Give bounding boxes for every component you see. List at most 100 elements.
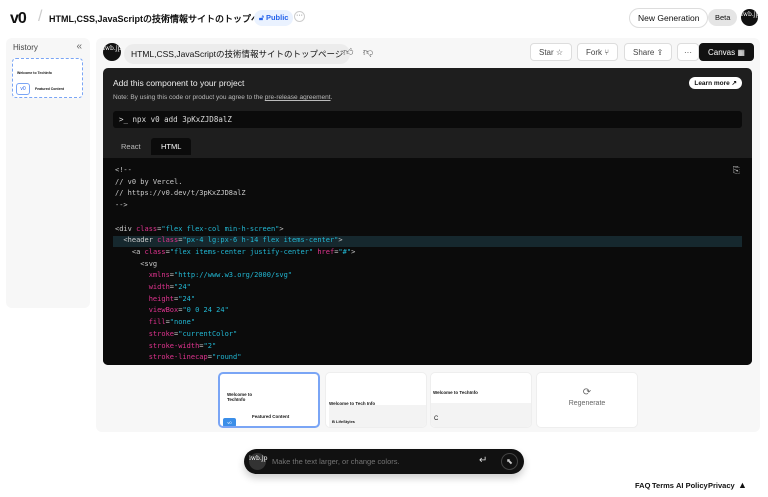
code-token: "none" — [169, 318, 196, 327]
code-token: <a — [115, 247, 145, 256]
star-button[interactable]: Star ☆ — [530, 43, 573, 61]
install-note: Note: By using this code or product you … — [113, 94, 332, 101]
pre-release-agreement-link[interactable]: pre-release agreement — [265, 94, 331, 101]
vercel-triangle-icon[interactable]: ▲ — [738, 480, 747, 490]
install-command[interactable]: >_ npx v0 add 3pKxZJD8alZ — [113, 111, 742, 128]
code-token: "currentColor" — [178, 329, 238, 338]
select-element-icon[interactable]: ⬉ — [501, 453, 518, 470]
code-token: "px-4 lg:px-6 h-14 flex items-center" — [182, 236, 339, 245]
code-token: width — [115, 283, 170, 291]
code-line: <a class="flex items-center justify-cent… — [115, 248, 355, 259]
beta-badge: Beta — [708, 9, 738, 26]
note-text: Note: By using this code or product you … — [113, 94, 265, 101]
v0-logo[interactable]: v0 — [10, 10, 27, 28]
tab-html[interactable]: HTML — [151, 138, 192, 155]
visibility-label: Public — [265, 13, 289, 22]
footer-terms[interactable]: Terms — [652, 481, 674, 490]
refresh-icon: ⟳ — [582, 387, 592, 398]
code-token: height — [115, 294, 175, 303]
code-token: "http://www.w3.org/2000/svg" — [174, 271, 293, 280]
prompt-bubble: HTML,CSS,JavaScriptの技術情報サイトのトップページ — [124, 44, 351, 64]
new-generation-button[interactable]: New Generation — [629, 8, 709, 28]
user-avatar[interactable]: iwb.jp — [741, 9, 760, 26]
code-token: xmlns — [115, 271, 170, 280]
version-title: Welcome to TechInfo — [227, 392, 253, 402]
history-thumb-badge: v0 — [16, 83, 30, 95]
canvas-button[interactable]: Canvas ▦ — [699, 43, 754, 61]
code-line: <!-- — [115, 166, 132, 177]
code-line: xmlns="http://www.w3.org/2000/svg" — [115, 271, 292, 282]
footer-privacy[interactable]: Privacy — [708, 481, 735, 490]
page-title: HTML,CSS,JavaScriptの技術情報サイトのトップページ — [49, 14, 278, 24]
code-panel: Add this component to your project Note:… — [103, 68, 752, 365]
code-token: <!-- — [115, 166, 132, 174]
code-line: viewBox="0 0 24 24" — [115, 306, 229, 317]
code-line: // v0 by Vercel. — [115, 178, 182, 189]
version-badge: v0 — [223, 418, 236, 426]
code-token: "#" — [338, 247, 352, 256]
thumbs-up-icon[interactable]: 👍︎ — [343, 46, 353, 58]
command-text: npx v0 add 3pKxZJD8alZ — [132, 115, 232, 124]
visibility-badge[interactable]: 🔓︎ Public — [254, 10, 294, 26]
canvas-label: Canvas — [708, 48, 736, 57]
enter-icon[interactable]: ↵ — [479, 455, 487, 466]
code-token: class — [157, 236, 179, 245]
code-token: class — [144, 247, 166, 256]
note-end: . — [330, 94, 333, 101]
version-title: Welcome to Tech Info — [329, 401, 376, 406]
fork-button[interactable]: Fork ⑂ — [577, 43, 619, 61]
fork-label: Fork — [586, 48, 602, 57]
code-token: "flex items-center justify-center" — [169, 247, 314, 256]
code-token: "0 0 24 24" — [182, 306, 229, 315]
history-thumb-title: Welcome to TechInfo — [17, 71, 52, 75]
code-line: <svg — [115, 260, 157, 271]
share-label: Share — [633, 48, 655, 57]
share-icon: ⇪ — [656, 48, 664, 57]
version-thumb-1[interactable]: Welcome to TechInfo Featured Content v0 — [218, 372, 320, 428]
lock-icon: 🔓︎ — [259, 13, 266, 22]
canvas-icon: ▦ — [737, 48, 745, 57]
code-token: "24" — [174, 283, 191, 291]
prompt-avatar: iwb.jp — [103, 43, 122, 61]
tab-react[interactable]: React — [113, 139, 149, 154]
code-line: fill="none" — [115, 318, 195, 329]
code-token: --> — [115, 201, 128, 210]
regenerate-button[interactable]: ⟳ Regenerate — [536, 372, 638, 428]
version-thumb-2[interactable]: Welcome to Tech Info B LifeStyles — [325, 372, 427, 428]
code-token: > — [338, 236, 343, 245]
footer-faq[interactable]: FAQ — [635, 481, 650, 490]
code-token: stroke — [115, 329, 175, 338]
star-icon: ☆ — [555, 48, 564, 57]
learn-more-button[interactable]: Learn more ↗ — [689, 77, 742, 89]
history-item[interactable]: Welcome to TechInfo v0 Featured Content — [12, 58, 83, 98]
code-line: height="24" — [115, 295, 195, 306]
more-options-button[interactable]: ··· — [294, 11, 305, 22]
share-button[interactable]: Share ⇪ — [624, 43, 673, 61]
terminal-icon: >_ — [119, 115, 129, 124]
code-token: "flex flex-col min-h-screen" — [161, 224, 280, 233]
thumbs-down-icon[interactable]: 👎︎ — [363, 46, 373, 58]
version-section: C — [434, 416, 439, 422]
prompt-input[interactable] — [272, 454, 472, 469]
prompt-input-bar: iwb.jp ↵ ⬉ — [244, 449, 524, 474]
code-token: href — [317, 247, 335, 256]
code-token: <svg — [115, 259, 158, 268]
version-thumb-3[interactable]: Welcome to TechInfo C — [430, 372, 532, 428]
copy-icon[interactable]: ⎘ — [733, 166, 740, 176]
history-thumb-section: Featured Content — [35, 87, 64, 91]
code-token: // v0 by Vercel. — [115, 177, 183, 186]
code-line: width="24" — [115, 283, 191, 294]
input-avatar[interactable]: iwb.jp — [249, 453, 268, 470]
star-label: Star — [539, 48, 554, 57]
code-token: <div — [115, 224, 137, 233]
code-viewer[interactable]: ⎘ <!-- // v0 by Vercel. // https://v0.dev/… — [103, 158, 752, 365]
code-token: > — [279, 224, 284, 233]
more-actions-button[interactable]: ··· — [677, 43, 699, 61]
code-line: --> — [115, 201, 128, 212]
footer-ai-policy[interactable]: AI Policy — [676, 481, 708, 490]
version-section: B LifeStyles — [332, 419, 355, 424]
code-line: <header class="px-4 lg:px-6 h-14 flex it… — [115, 236, 343, 247]
code-token: // https://v0.dev/t/3pKxZJD8alZ — [115, 189, 246, 198]
collapse-sidebar-button[interactable]: « — [76, 41, 82, 52]
code-token: stroke-linecap — [115, 353, 208, 362]
